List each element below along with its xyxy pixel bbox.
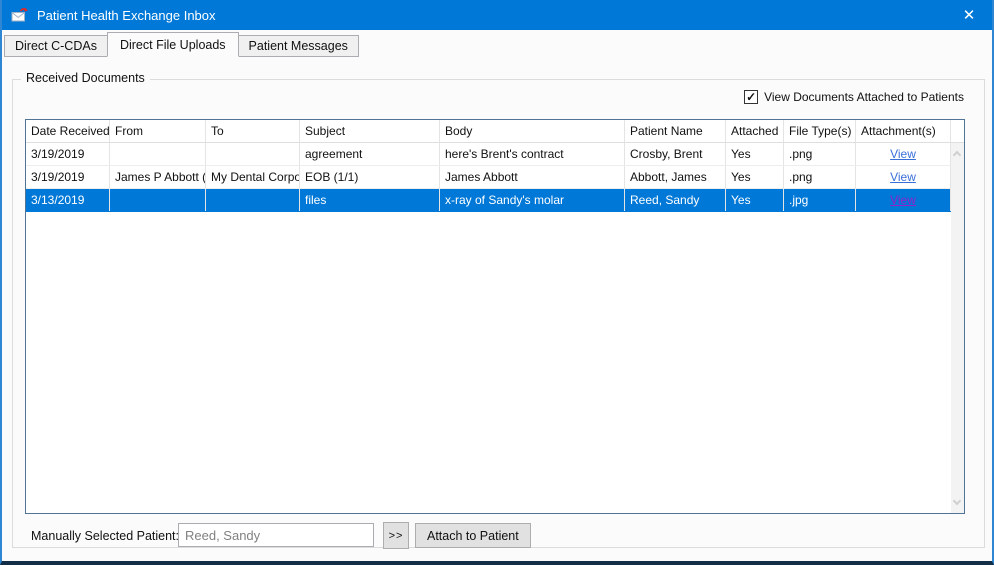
- view-attached-filter: ✓ View Documents Attached to Patients: [744, 90, 964, 104]
- window-title: Patient Health Exchange Inbox: [37, 8, 216, 23]
- cell-attached: Yes: [726, 189, 784, 211]
- cell-file-types: .jpg: [784, 189, 856, 211]
- column-header-patient-name[interactable]: Patient Name: [625, 120, 726, 142]
- cell-body: James Abbott: [440, 166, 625, 188]
- cell-patient-name: Abbott, James: [625, 166, 726, 188]
- cell-date-received: 3/13/2019: [26, 189, 110, 211]
- cell-date-received: 3/19/2019: [26, 166, 110, 188]
- table-row[interactable]: 3/19/2019James P Abbott (My Dental Corpo…: [26, 166, 964, 189]
- column-header-attached[interactable]: Attached: [726, 120, 784, 142]
- tab-direct-c-cdas[interactable]: Direct C-CDAs: [4, 35, 108, 57]
- view-link[interactable]: View: [890, 170, 916, 184]
- view-link[interactable]: View: [890, 193, 916, 207]
- view-link[interactable]: View: [890, 147, 916, 161]
- cell-from: [110, 143, 206, 165]
- transfer-patient-button[interactable]: >>: [383, 522, 409, 549]
- cell-attached: Yes: [726, 166, 784, 188]
- column-header-date-received[interactable]: Date Received: [26, 120, 110, 142]
- titlebar: Patient Health Exchange Inbox ✕: [2, 0, 992, 30]
- mail-exchange-icon: [11, 7, 29, 23]
- cell-attachment: View: [856, 189, 951, 211]
- close-icon: ✕: [963, 6, 976, 24]
- column-header-subject[interactable]: Subject: [300, 120, 440, 142]
- cell-body: here's Brent's contract: [440, 143, 625, 165]
- cell-patient-name: Crosby, Brent: [625, 143, 726, 165]
- patient-health-exchange-window: Patient Health Exchange Inbox ✕ Direct C…: [0, 0, 994, 565]
- received-documents-group: Received Documents ✓ View Documents Atta…: [12, 79, 985, 548]
- cell-to: [206, 143, 300, 165]
- cell-subject: files: [300, 189, 440, 211]
- table-row[interactable]: 3/13/2019 filesx-ray of Sandy's molarReed…: [26, 189, 964, 212]
- cell-to: My Dental Corpo: [206, 166, 300, 188]
- cell-to: [206, 189, 300, 211]
- tab-patient-messages[interactable]: Patient Messages: [238, 35, 359, 57]
- manually-selected-patient-input[interactable]: [178, 523, 374, 547]
- column-header-to[interactable]: To: [206, 120, 300, 142]
- view-attached-checkbox[interactable]: ✓: [744, 90, 758, 104]
- scroll-up-icon[interactable]: [953, 151, 961, 159]
- cell-from: [110, 189, 206, 211]
- cell-subject: agreement: [300, 143, 440, 165]
- cell-subject: EOB (1/1): [300, 166, 440, 188]
- cell-body: x-ray of Sandy's molar: [440, 189, 625, 211]
- documents-table-header: Date ReceivedFromToSubjectBodyPatient Na…: [26, 120, 964, 143]
- cell-patient-name: Reed, Sandy: [625, 189, 726, 211]
- attach-to-patient-button[interactable]: Attach to Patient: [415, 523, 531, 548]
- vertical-scrollbar[interactable]: [951, 143, 964, 513]
- column-header-body[interactable]: Body: [440, 120, 625, 142]
- scroll-down-icon[interactable]: [953, 497, 961, 505]
- column-header-file-types[interactable]: File Type(s): [784, 120, 856, 142]
- group-title: Received Documents: [21, 71, 150, 85]
- column-header-from[interactable]: From: [110, 120, 206, 142]
- cell-attachment: View: [856, 143, 951, 165]
- documents-table-body: 3/19/2019 agreementhere's Brent's contrac…: [26, 143, 964, 212]
- tab-direct-file-uploads[interactable]: Direct File Uploads: [107, 32, 239, 57]
- view-attached-label: View Documents Attached to Patients: [764, 90, 964, 104]
- tabstrip: Direct C-CDAsDirect File UploadsPatient …: [4, 32, 359, 57]
- cell-file-types: .png: [784, 143, 856, 165]
- documents-table: Date ReceivedFromToSubjectBodyPatient Na…: [25, 119, 965, 514]
- close-button[interactable]: ✕: [946, 0, 992, 30]
- cell-date-received: 3/19/2019: [26, 143, 110, 165]
- cell-attached: Yes: [726, 143, 784, 165]
- cell-attachment: View: [856, 166, 951, 188]
- cell-file-types: .png: [784, 166, 856, 188]
- cell-from: James P Abbott (: [110, 166, 206, 188]
- column-header-attachment[interactable]: Attachment(s): [856, 120, 951, 142]
- table-row[interactable]: 3/19/2019 agreementhere's Brent's contrac…: [26, 143, 964, 166]
- manually-selected-patient-label: Manually Selected Patient:: [31, 529, 179, 543]
